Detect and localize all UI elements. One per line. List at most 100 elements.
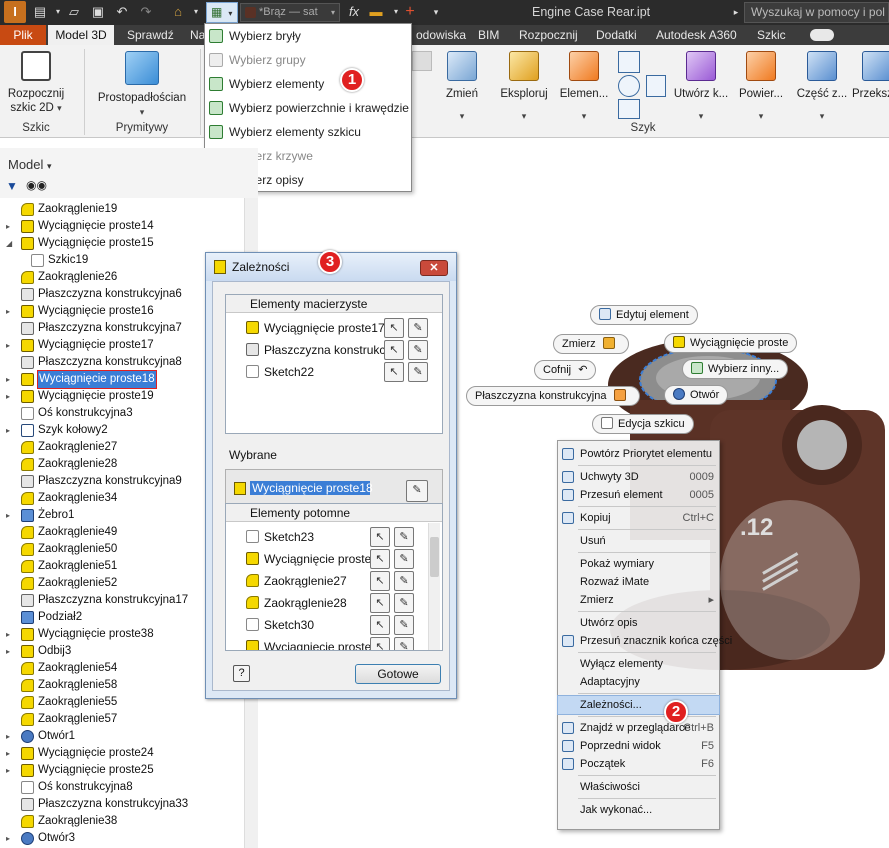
fx-button[interactable]: fx: [344, 4, 364, 20]
context-menu-item[interactable]: Pokaż wymiary: [558, 555, 719, 573]
filter-icon[interactable]: ▼: [6, 179, 18, 193]
expander-icon[interactable]: ▸: [6, 643, 10, 660]
children-row[interactable]: Zaokrąglenie27 ↖ ✎: [226, 570, 442, 592]
browser-node[interactable]: Zaokrąglenie38: [0, 813, 244, 830]
select-cursor-button[interactable]: ↖: [370, 615, 390, 635]
context-menu-item[interactable]: Wyłącz elementy: [558, 655, 719, 673]
home-dropdown-icon[interactable]: ▾: [188, 4, 204, 20]
extrusion-chip[interactable]: Wyciągnięcie proste: [664, 333, 798, 353]
expander-icon[interactable]: ▸: [6, 337, 10, 354]
tab-environments[interactable]: odowiska: [410, 25, 472, 45]
select-groups-item[interactable]: Wybierz grupy: [205, 48, 411, 72]
expander-icon[interactable]: ▸: [6, 507, 10, 524]
browser-node[interactable]: ▸ Otwór3: [0, 830, 244, 847]
context-menu-item[interactable]: Poprzedni widok F5: [558, 737, 719, 755]
tab-bim[interactable]: BIM: [472, 25, 505, 45]
select-faces-edges-item[interactable]: Wybierz powierzchnie i krawędzie: [205, 96, 411, 120]
edit-button[interactable]: ✎: [394, 615, 414, 635]
context-menu-item[interactable]: Kopiuj Ctrl+C: [558, 509, 719, 527]
save-icon[interactable]: ▣: [90, 4, 106, 20]
help-search-input[interactable]: Wyszukaj w pomocy i pol: [744, 2, 889, 23]
help-button[interactable]: ?: [233, 665, 250, 682]
parents-row[interactable]: Sketch22 ↖ ✎: [226, 361, 442, 383]
select-cursor-button[interactable]: ↖: [370, 593, 390, 613]
edit-button[interactable]: ✎: [394, 527, 414, 547]
context-menu-item[interactable]: Adaptacyjny: [558, 673, 719, 691]
context-menu-item[interactable]: Przesuń znacznik końca części: [558, 632, 732, 650]
tab-inspect[interactable]: Sprawdź: [121, 25, 180, 45]
edit-sketch-chip[interactable]: Edycja szkicu: [592, 414, 694, 434]
children-row[interactable]: Zaokrąglenie28 ↖ ✎: [226, 592, 442, 614]
create-form-button[interactable]: Utwórz k... ▾: [672, 49, 730, 131]
children-row[interactable]: Sketch23 ↖ ✎: [226, 526, 442, 548]
expander-icon[interactable]: ▸: [6, 303, 10, 320]
select-cursor-button[interactable]: ↖: [370, 527, 390, 547]
expander-icon[interactable]: ▸: [6, 388, 10, 405]
context-menu-item[interactable]: Znajdź w przeglądarce Ctrl+B: [558, 719, 719, 737]
tab-sketch[interactable]: Szkic: [751, 25, 792, 45]
measure-chip[interactable]: Zmierz: [553, 334, 629, 354]
browser-node[interactable]: ▸ Wyciągnięcie proste25: [0, 762, 244, 779]
select-other-chip[interactable]: Wybierz inny...: [682, 359, 789, 379]
browser-node[interactable]: Zaokrąglenie57: [0, 711, 244, 728]
expander-icon[interactable]: ▸: [6, 728, 10, 745]
open-icon[interactable]: ▱: [66, 4, 82, 20]
select-sketch-features-item[interactable]: Wybierz elementy szkicu: [205, 120, 411, 144]
home-icon[interactable]: ⌂: [170, 4, 186, 20]
box-primitive-button[interactable]: Prostopadłościan ▾: [92, 49, 192, 119]
expander-icon[interactable]: ▸: [6, 830, 10, 847]
context-menu-item[interactable]: Uchwyty 3D 0009: [558, 468, 719, 486]
plus-icon[interactable]: +: [402, 4, 418, 20]
context-menu-item[interactable]: Rozwaź iMate: [558, 573, 719, 591]
surface-button[interactable]: Powier... ▾: [734, 49, 788, 131]
browser-node[interactable]: Płaszczyzna konstrukcyjna33: [0, 796, 244, 813]
browser-node[interactable]: Oś konstrukcyjna8: [0, 779, 244, 796]
select-cursor-button[interactable]: ↖: [370, 571, 390, 591]
select-cursor-button[interactable]: ↖: [384, 318, 404, 338]
find-binoculars-icon[interactable]: ◉◉: [26, 178, 47, 192]
tab-add-ins[interactable]: Dodatki: [590, 25, 643, 45]
edit-selected-button[interactable]: ✎: [406, 480, 428, 502]
part-from-button[interactable]: Część z... ▾: [794, 49, 850, 131]
select-filter-button[interactable]: ▦ ▾: [206, 2, 238, 23]
undo-chip[interactable]: Cofnij ↶: [534, 360, 597, 380]
edit-button[interactable]: ✎: [394, 571, 414, 591]
expander-icon[interactable]: ◢: [6, 235, 12, 252]
tab-model-3d[interactable]: Model 3D: [48, 25, 114, 45]
context-menu-item[interactable]: Początek F6: [558, 755, 719, 773]
edit-button[interactable]: ✎: [394, 593, 414, 613]
browser-node[interactable]: ▸ Wyciągnięcie proste24: [0, 745, 244, 762]
inventor-logo[interactable]: I: [4, 1, 26, 23]
select-cursor-button[interactable]: ↖: [370, 637, 390, 650]
expander-icon[interactable]: ▸: [6, 762, 10, 779]
edit-button[interactable]: ✎: [408, 340, 428, 360]
tab-autodesk-a360[interactable]: Autodesk A360: [650, 25, 743, 45]
parents-row[interactable]: Wyciągnięcie proste17 ↖ ✎: [226, 317, 442, 339]
context-menu-item[interactable]: Zmierz ▸: [558, 591, 719, 609]
expander-icon[interactable]: ▸: [6, 745, 10, 762]
done-button[interactable]: Gotowe: [355, 664, 441, 684]
selected-feature-value[interactable]: Wyciągnięcie proste18: [250, 481, 373, 495]
edit-button[interactable]: ✎: [408, 318, 428, 338]
edit-feature-chip[interactable]: Edytuj element: [590, 305, 698, 325]
context-menu-item[interactable]: Właściwości: [558, 778, 719, 796]
new-dropdown-icon[interactable]: ▾: [50, 4, 66, 20]
edit-button[interactable]: ✎: [394, 637, 414, 650]
edit-button[interactable]: ✎: [394, 549, 414, 569]
undo-icon[interactable]: ↶: [114, 4, 130, 20]
redo-icon[interactable]: ↷: [138, 4, 154, 20]
children-row[interactable]: Wyciągnięcie proste ↖ ✎: [226, 548, 442, 570]
sketch-pattern-icon[interactable]: [618, 99, 640, 119]
explore-button[interactable]: Eksploruj ▾: [496, 49, 552, 131]
select-cursor-button[interactable]: ↖: [384, 362, 404, 382]
measure-icon[interactable]: ▬: [368, 4, 384, 20]
parents-row[interactable]: Płaszczyzna konstrukcyj ↖ ✎: [226, 339, 442, 361]
expander-icon[interactable]: ▸: [6, 626, 10, 643]
browser-node[interactable]: Zaokrąglenie19: [0, 201, 244, 218]
tab-toggle-icon[interactable]: [810, 29, 834, 41]
dialog-close-button[interactable]: ✕: [420, 260, 448, 276]
expander-icon[interactable]: ▸: [6, 422, 10, 439]
expander-icon[interactable]: ▸: [6, 218, 10, 235]
customize-qat-icon[interactable]: ▾: [428, 4, 444, 20]
browser-title[interactable]: Model ▾: [8, 157, 52, 172]
